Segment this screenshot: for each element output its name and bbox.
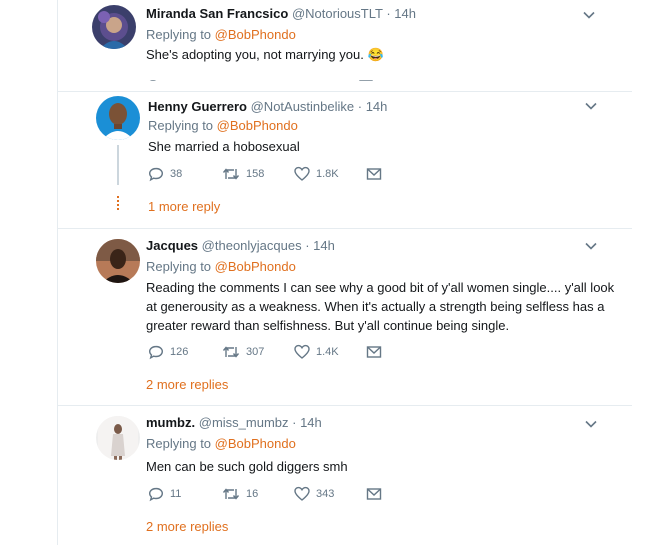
chevron-down-icon[interactable] xyxy=(583,9,595,21)
chevron-down-icon[interactable] xyxy=(585,240,597,252)
display-name[interactable]: Jacques xyxy=(146,238,198,253)
heart-icon xyxy=(294,486,310,501)
reply-button[interactable]: 11 xyxy=(148,486,181,502)
display-name[interactable]: Henny Guerrero xyxy=(148,99,247,114)
retweet-icon xyxy=(222,346,240,358)
replying-to-label: Replying to xyxy=(146,436,215,451)
tweet-mumbz[interactable]: mumbz. @miss_mumbz · 14h Replying to @Bo… xyxy=(0,406,650,545)
like-count: 1.4K xyxy=(316,346,339,358)
retweet-count: 158 xyxy=(246,168,265,180)
envelope-icon xyxy=(366,488,382,500)
reply-count: 126 xyxy=(170,346,189,358)
username[interactable]: @theonlyjacques xyxy=(202,238,302,253)
replying-to-label: Replying to xyxy=(148,118,217,133)
retweet-icon xyxy=(222,488,240,500)
thread-dots xyxy=(117,196,119,212)
avatar[interactable] xyxy=(96,239,140,283)
avatar[interactable] xyxy=(96,96,140,140)
action-bar-cropped xyxy=(146,76,386,81)
chevron-down-icon[interactable] xyxy=(585,100,597,112)
envelope-icon xyxy=(366,168,382,180)
reply-icon xyxy=(148,167,164,182)
username[interactable]: @miss_mumbz xyxy=(199,415,289,430)
retweet-button[interactable]: 16 xyxy=(222,486,258,502)
like-button[interactable]: 1.8K xyxy=(294,166,339,182)
chevron-down-icon[interactable] xyxy=(585,418,597,430)
timestamp[interactable]: · 14h xyxy=(386,6,416,21)
mention-link[interactable]: @BobPhondo xyxy=(215,27,296,42)
retweet-button[interactable]: 307 xyxy=(222,344,264,360)
replying-to: Replying to @BobPhondo xyxy=(146,259,296,274)
avatar[interactable] xyxy=(96,416,140,460)
retweet-icon xyxy=(222,168,240,180)
mention-link[interactable]: @BobPhondo xyxy=(215,259,296,274)
tweet-header: Jacques @theonlyjacques · 14h xyxy=(146,238,335,253)
action-bar: 38 158 1.8K xyxy=(148,166,388,186)
tweet-jacques[interactable]: Jacques @theonlyjacques · 14h Replying t… xyxy=(0,229,650,403)
reply-button[interactable]: 126 xyxy=(148,344,188,360)
message-button[interactable] xyxy=(366,486,382,502)
reply-button[interactable]: 38 xyxy=(148,166,182,182)
reply-icon xyxy=(148,345,164,360)
display-name[interactable]: mumbz. xyxy=(146,415,195,430)
like-count: 1.8K xyxy=(316,168,339,180)
tweet-header: mumbz. @miss_mumbz · 14h xyxy=(146,415,322,430)
tweet-text: Reading the comments I can see why a goo… xyxy=(146,280,615,333)
tweet-text: She married a hobosexual xyxy=(148,139,300,154)
mention-link[interactable]: @BobPhondo xyxy=(217,118,298,133)
tweet-text: She's adopting you, not marrying you. 😂 xyxy=(146,47,384,62)
replying-to: Replying to @BobPhondo xyxy=(146,436,296,451)
message-button[interactable] xyxy=(366,166,382,182)
show-more-replies-link[interactable]: 2 more replies xyxy=(146,377,228,392)
action-bar: 11 16 343 xyxy=(148,486,388,506)
timestamp[interactable]: · 14h xyxy=(305,238,335,253)
timestamp[interactable]: · 14h xyxy=(358,99,388,114)
like-count: 343 xyxy=(316,488,335,500)
reply-icon xyxy=(148,487,164,502)
replying-to-label: Replying to xyxy=(146,27,215,42)
message-button[interactable] xyxy=(366,344,382,360)
tweet-henny[interactable]: Henny Guerrero @NotAustinbelike · 14h Re… xyxy=(0,92,650,227)
display-name[interactable]: Miranda San Francsico xyxy=(146,6,288,21)
tweet-text: Men can be such gold diggers smh xyxy=(146,459,348,474)
replying-to-label: Replying to xyxy=(146,259,215,274)
reply-count: 11 xyxy=(170,488,182,500)
avatar[interactable] xyxy=(92,5,136,49)
envelope-icon xyxy=(366,346,382,358)
heart-icon xyxy=(294,166,310,181)
replying-to: Replying to @BobPhondo xyxy=(148,118,298,133)
replying-to: Replying to @BobPhondo xyxy=(146,27,296,42)
action-bar: 126 307 1.4K xyxy=(148,344,388,364)
tweet-header: Miranda San Francsico @NotoriousTLT · 14… xyxy=(146,6,416,21)
show-more-replies-link[interactable]: 2 more replies xyxy=(146,519,228,534)
thread-line xyxy=(117,145,119,185)
heart-icon xyxy=(294,344,310,359)
timestamp[interactable]: · 14h xyxy=(292,415,322,430)
username[interactable]: @NotAustinbelike xyxy=(251,99,355,114)
like-button[interactable]: 1.4K xyxy=(294,344,339,360)
retweet-count: 16 xyxy=(246,488,259,500)
retweet-button[interactable]: 158 xyxy=(222,166,264,182)
retweet-count: 307 xyxy=(246,346,265,358)
tweet-miranda[interactable]: Miranda San Francsico @NotoriousTLT · 14… xyxy=(0,0,650,90)
like-button[interactable]: 343 xyxy=(294,486,334,502)
reply-count: 38 xyxy=(170,168,183,180)
mention-link[interactable]: @BobPhondo xyxy=(215,436,296,451)
username[interactable]: @NotoriousTLT xyxy=(292,6,383,21)
show-more-replies-link[interactable]: 1 more reply xyxy=(148,199,220,214)
tweet-header: Henny Guerrero @NotAustinbelike · 14h xyxy=(148,99,387,114)
